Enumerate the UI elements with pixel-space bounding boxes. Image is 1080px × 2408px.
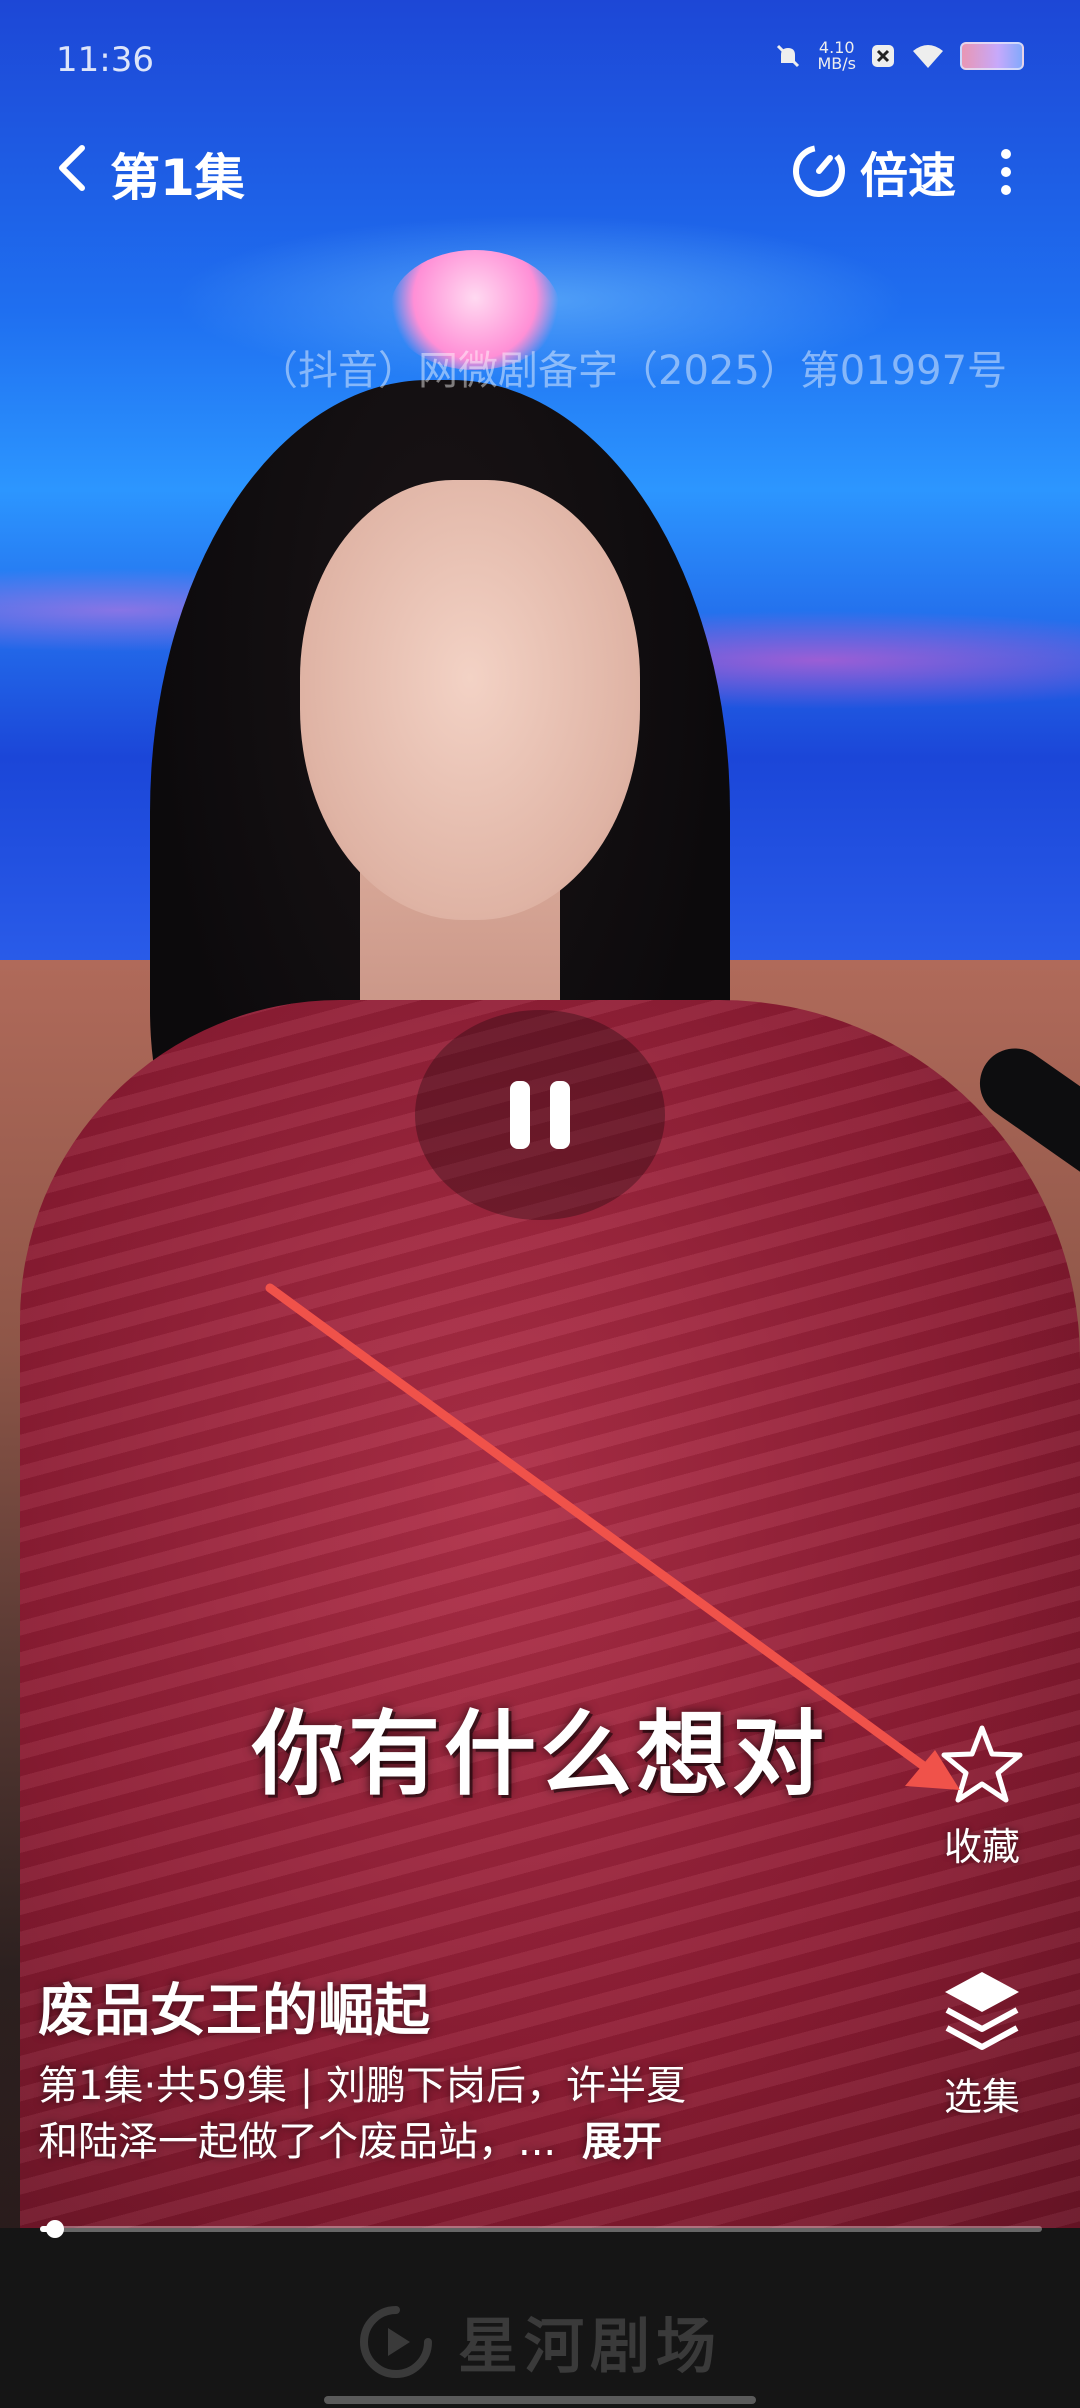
play-logo-icon: [360, 2305, 432, 2378]
home-indicator[interactable]: [324, 2396, 756, 2404]
brand-name: 星河剧场: [458, 2312, 722, 2382]
annotation-arrow: [265, 1283, 960, 1790]
brand-footer: 星河剧场: [0, 2298, 1080, 2385]
